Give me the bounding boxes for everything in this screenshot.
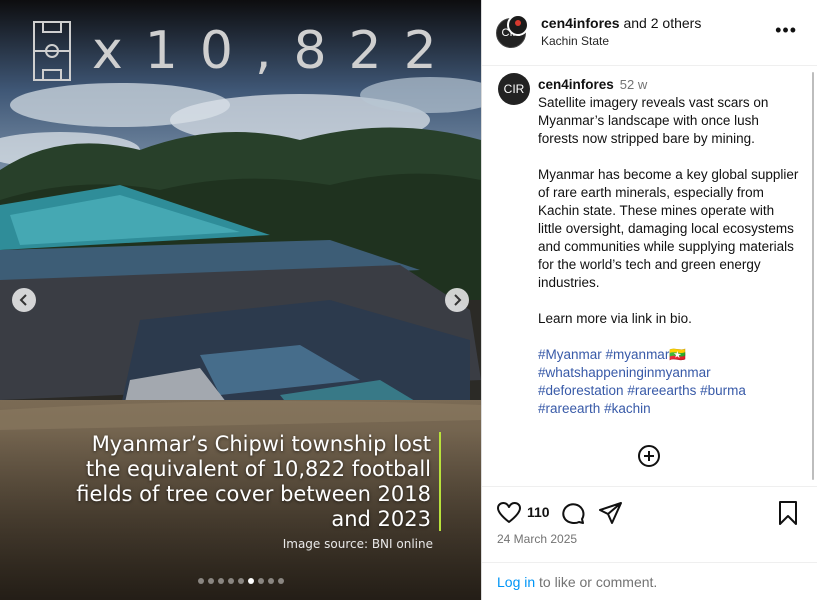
post-date[interactable]: 24 March 2025 bbox=[497, 532, 577, 546]
hashtag-link[interactable]: #whatshappeninginmyanmar bbox=[538, 365, 711, 380]
post-sidebar: CIR cen4infores and 2 others Kachin Stat… bbox=[481, 0, 817, 600]
caption-paragraph: Satellite imagery reveals vast scars on … bbox=[538, 95, 769, 146]
counter-row: x10,822 bbox=[32, 20, 459, 82]
carousel-next-button[interactable] bbox=[445, 288, 469, 312]
football-field-counter: x10,822 bbox=[92, 21, 459, 81]
hashtag-link[interactable]: #Myanmar bbox=[538, 347, 602, 362]
carousel-dot bbox=[278, 578, 284, 584]
post-authors: cen4infores and 2 others bbox=[541, 15, 701, 31]
hashtag-link[interactable]: #burma bbox=[700, 383, 746, 398]
caption-scrollbar[interactable] bbox=[812, 72, 814, 480]
login-suffix: to like or comment. bbox=[535, 574, 658, 590]
caption-username[interactable]: cen4infores bbox=[538, 77, 614, 92]
hashtag-link[interactable]: #deforestation bbox=[538, 383, 624, 398]
login-link[interactable]: Log in bbox=[497, 574, 535, 590]
author-username[interactable]: cen4infores bbox=[541, 15, 620, 31]
carousel-dot bbox=[238, 578, 244, 584]
carousel-dot bbox=[258, 578, 264, 584]
football-field-icon bbox=[33, 21, 71, 81]
carousel-prev-button[interactable] bbox=[12, 288, 36, 312]
carousel-indicator bbox=[198, 578, 284, 584]
post-header: CIR cen4infores and 2 others Kachin Stat… bbox=[482, 0, 817, 66]
caption-author-avatar[interactable]: CIR bbox=[498, 73, 530, 105]
post-location[interactable]: Kachin State bbox=[541, 34, 609, 48]
chevron-right-icon bbox=[454, 294, 462, 306]
post-caption: cen4infores 52 w Satellite imagery reveal… bbox=[538, 76, 800, 418]
heart-icon[interactable] bbox=[496, 500, 522, 526]
carousel-dot bbox=[218, 578, 224, 584]
caption-timestamp[interactable]: 52 w bbox=[620, 77, 647, 92]
login-prompt: Log in to like or comment. bbox=[482, 562, 817, 600]
bookmark-icon[interactable] bbox=[776, 500, 800, 526]
carousel-dot bbox=[198, 578, 204, 584]
comment-icon[interactable] bbox=[560, 500, 586, 526]
hashtag-line: #rareearth #kachin bbox=[538, 400, 800, 418]
share-icon[interactable] bbox=[598, 500, 624, 526]
hashtag-link[interactable]: #rareearth bbox=[538, 401, 600, 416]
hashtag-line: #Myanmar #myanmar🇲🇲 bbox=[538, 346, 800, 364]
carousel-dot bbox=[248, 578, 254, 584]
caption-accent-bar bbox=[439, 432, 441, 531]
image-caption: Myanmar’s Chipwi township lost the equiv… bbox=[76, 432, 431, 531]
caption-scroll-area[interactable]: CIR cen4infores 52 w Satellite imagery re… bbox=[482, 67, 817, 485]
collaborators-link[interactable]: and 2 others bbox=[623, 15, 701, 31]
hashtag-line: #deforestation #rareearths #burma bbox=[538, 382, 800, 400]
post-actions: 110 24 March 2025 Log in to like or comm… bbox=[482, 486, 817, 600]
more-options-button[interactable]: ••• bbox=[775, 21, 797, 39]
carousel-dot bbox=[268, 578, 274, 584]
image-source: Image source: BNI online bbox=[282, 537, 433, 551]
post-media-carousel[interactable]: x10,822 Myanmar’s Chipwi township lost t… bbox=[0, 0, 481, 600]
carousel-dot bbox=[228, 578, 234, 584]
hashtag-line: #whatshappeninginmyanmar bbox=[538, 364, 800, 382]
caption-paragraph: Learn more via link in bio. bbox=[538, 311, 692, 326]
myanmar-flag-emoji: 🇲🇲 bbox=[669, 347, 687, 362]
load-more-comments-button[interactable] bbox=[637, 444, 661, 468]
collaborator-avatar[interactable] bbox=[507, 14, 529, 36]
hashtag-link[interactable]: #kachin bbox=[604, 401, 651, 416]
chevron-left-icon bbox=[19, 294, 27, 306]
hashtag-link[interactable]: #rareearths bbox=[627, 383, 696, 398]
caption-paragraph: Myanmar has become a key global supplier… bbox=[538, 167, 799, 290]
carousel-dot bbox=[208, 578, 214, 584]
like-count[interactable]: 110 bbox=[527, 504, 550, 520]
hashtag-link[interactable]: #myanmar bbox=[606, 347, 670, 362]
